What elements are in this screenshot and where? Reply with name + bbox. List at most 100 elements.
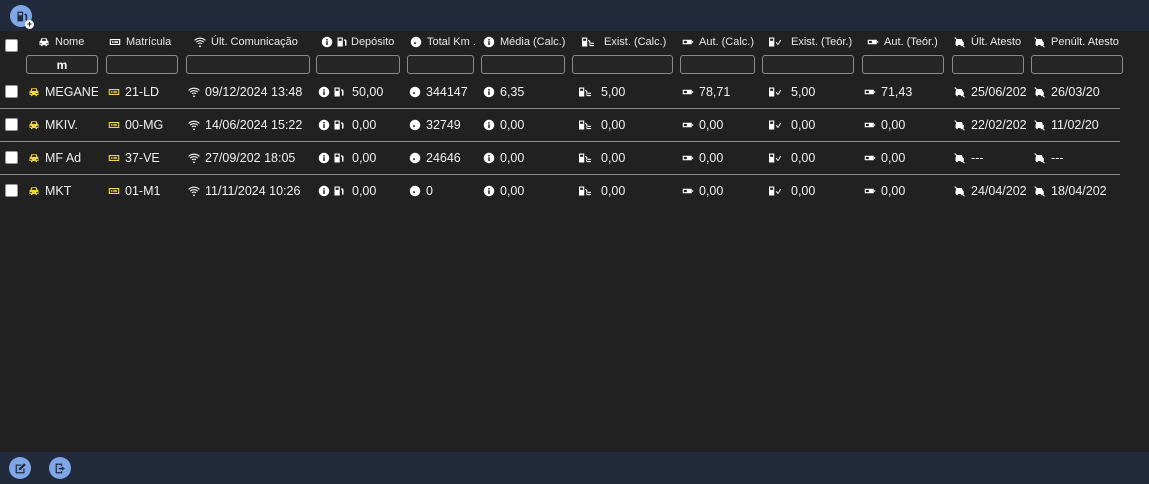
add-refuel-button[interactable]: + (10, 5, 34, 29)
car-crossed-icon (1034, 86, 1046, 98)
header-ult-comunicacao[interactable]: Últ. Comunicação (194, 34, 312, 50)
filter-penult-atesto-input[interactable] (1031, 55, 1123, 74)
cell-aut-calc: 0,00 (682, 180, 758, 202)
gauge-icon (409, 185, 421, 197)
fuel-check-icon (764, 119, 786, 131)
cell-value: 0,00 (881, 118, 906, 132)
cell-ult-comunicacao: 09/12/2024 13:48 (188, 81, 310, 103)
cell-matricula: 01-M1 (108, 180, 164, 202)
cell-value: 0,00 (699, 118, 724, 132)
info-icon (318, 86, 330, 98)
header-penult-atesto[interactable]: Penúlt. Atesto (1034, 34, 1126, 50)
filter-ult-comunicacao-input[interactable] (186, 55, 310, 74)
edit-button[interactable] (9, 457, 31, 479)
info-icon (483, 152, 495, 164)
export-button[interactable] (49, 457, 71, 479)
filter-ult-atesto-input[interactable] (952, 55, 1024, 74)
cell-value: 0,00 (881, 184, 906, 198)
filter-nome-input[interactable] (26, 55, 98, 74)
row-select-checkbox[interactable] (5, 184, 18, 197)
cell-value: 0,00 (881, 151, 906, 165)
license-plate-icon (109, 36, 121, 48)
cell-total-km: 32749 (409, 114, 477, 136)
cell-nome: MKIV. (28, 114, 98, 136)
filter-aut-calc-input[interactable] (680, 55, 755, 74)
cell-value: --- (971, 151, 984, 165)
cell-exist-teor: 5,00 (764, 81, 856, 103)
fuel-level-icon (574, 86, 596, 98)
header-ult-atesto[interactable]: Últ. Atesto (954, 34, 1028, 50)
fuel-level-icon (577, 36, 599, 48)
cell-total-km: 0 (409, 180, 477, 202)
header-exist-calc[interactable]: Exist. (Calc.) (577, 34, 677, 50)
battery-icon (682, 152, 694, 164)
cell-ult-atesto: 25/06/202 (954, 81, 1026, 103)
filter-exist-calc-input[interactable] (572, 55, 673, 74)
gauge-icon (409, 119, 421, 131)
cell-value: 0,00 (791, 151, 816, 165)
battery-icon (682, 119, 694, 131)
filter-media-input[interactable] (481, 55, 565, 74)
select-all-checkbox[interactable] (5, 39, 18, 52)
cell-value: 0,00 (500, 118, 525, 132)
row-select-checkbox[interactable] (5, 118, 18, 131)
row-select-checkbox[interactable] (5, 85, 18, 98)
fuel-check-icon (764, 185, 786, 197)
battery-icon (864, 152, 876, 164)
row-divider (0, 141, 1120, 142)
battery-icon (682, 185, 694, 197)
header-aut-teor[interactable]: Aut. (Teór.) (867, 34, 947, 50)
cell-aut-calc: 78,71 (682, 81, 758, 103)
battery-icon (864, 86, 876, 98)
cell-total-km: 344147 (409, 81, 477, 103)
info-icon (318, 152, 330, 164)
cell-value: 14/06/2024 15:22 (205, 118, 303, 132)
cell-deposito: 50,00 (318, 81, 404, 103)
cell-value: 22/02/202 (971, 118, 1026, 132)
cell-value: MKT (45, 184, 72, 198)
header-nome[interactable]: Nome (38, 34, 106, 50)
header-aut-calc[interactable]: Aut. (Calc.) (682, 34, 760, 50)
cell-value: 0,00 (500, 151, 525, 165)
fuel-pump-icon (333, 86, 345, 98)
fuel-level-icon (574, 152, 596, 164)
cell-value: 21-LD (125, 85, 160, 99)
top-toolbar: + (0, 0, 1149, 31)
wifi-icon (188, 119, 200, 131)
cell-penult-atesto: 26/03/20 (1034, 81, 1106, 103)
cell-value: 0 (426, 184, 433, 198)
cell-exist-calc: 0,00 (574, 114, 674, 136)
cell-value: 11/02/20 (1051, 118, 1099, 132)
car-crossed-icon (1034, 185, 1046, 197)
cell-aut-calc: 0,00 (682, 147, 758, 169)
cell-value: 5,00 (791, 85, 816, 99)
cell-total-km: 24646 (409, 147, 477, 169)
cell-value: 0,00 (791, 184, 816, 198)
header-matricula[interactable]: Matrícula (109, 34, 183, 50)
battery-icon (682, 86, 694, 98)
cell-ult-comunicacao: 11/11/2024 10:26 (188, 180, 310, 202)
header-deposito[interactable]: Depósito (321, 34, 405, 50)
fuel-check-icon (764, 152, 786, 164)
filter-total-km-input[interactable] (407, 55, 474, 74)
license-plate-icon (108, 86, 120, 98)
car-crossed-icon (1034, 152, 1046, 164)
cell-aut-teor: 71,43 (864, 81, 946, 103)
filter-matricula-input[interactable] (106, 55, 178, 74)
filter-exist-teor-input[interactable] (762, 55, 854, 74)
info-icon (483, 86, 495, 98)
cell-value: 27/09/202 18:05 (205, 151, 296, 165)
cell-exist-teor: 0,00 (764, 180, 856, 202)
cell-value: 5,00 (601, 85, 626, 99)
cell-ult-atesto: 22/02/202 (954, 114, 1026, 136)
header-media[interactable]: Média (Calc.) (483, 34, 571, 50)
header-exist-teor[interactable]: Exist. (Teór.) (764, 34, 860, 50)
filter-aut-teor-input[interactable] (862, 55, 944, 74)
header-total-km[interactable]: Total Km . (410, 34, 480, 50)
row-select-checkbox[interactable] (5, 151, 18, 164)
cell-value: 78,71 (699, 85, 731, 99)
cell-media: 0,00 (483, 147, 567, 169)
cell-ult-comunicacao: 27/09/202 18:05 (188, 147, 310, 169)
filter-deposito-input[interactable] (316, 55, 400, 74)
info-icon (318, 119, 330, 131)
